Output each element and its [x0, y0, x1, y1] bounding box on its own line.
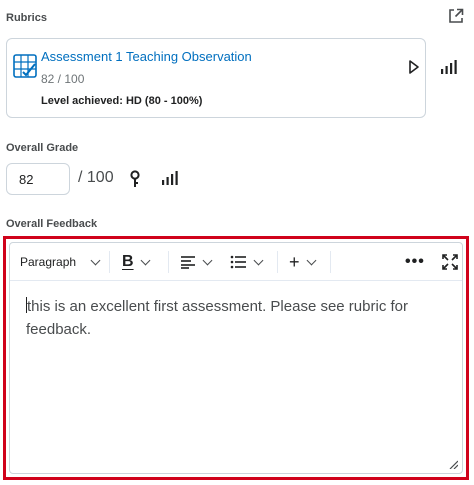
- editor-toolbar: Paragraph B + •••: [10, 243, 462, 281]
- bold-label: B: [122, 253, 134, 270]
- overall-grade-heading: Overall Grade: [6, 142, 79, 154]
- chevron-down-icon: [202, 255, 213, 265]
- list-dropdown[interactable]: [230, 249, 264, 275]
- align-left-icon: [181, 256, 195, 269]
- align-dropdown[interactable]: [180, 249, 213, 275]
- paragraph-format-dropdown[interactable]: Paragraph: [20, 249, 101, 275]
- bold-button[interactable]: B: [122, 249, 151, 275]
- rubric-score: 82 / 100: [41, 72, 85, 86]
- rubric-level-achieved: Level achieved: HD (80 - 100%): [41, 95, 203, 107]
- resize-handle-icon[interactable]: [448, 459, 458, 469]
- insert-plus-icon: +: [289, 251, 300, 272]
- rubrics-heading: Rubrics: [6, 12, 47, 24]
- fullscreen-icon: [442, 254, 458, 270]
- statistics-icon[interactable]: [440, 59, 458, 75]
- rubric-grid-icon: [13, 54, 37, 78]
- chevron-down-icon: [140, 255, 151, 265]
- grade-statistics-icon[interactable]: [161, 170, 179, 186]
- rubric-card: Assessment 1 Teaching Observation 82 / 1…: [6, 38, 426, 118]
- insert-dropdown[interactable]: +: [289, 249, 316, 275]
- chevron-down-icon: [253, 255, 264, 265]
- feedback-text-area[interactable]: this is an excellent first assessment. P…: [26, 295, 444, 341]
- fullscreen-button[interactable]: [442, 249, 458, 275]
- chevron-down-icon: [90, 255, 101, 265]
- chevron-down-icon: [306, 255, 316, 265]
- grade-input[interactable]: [6, 163, 70, 195]
- paragraph-format-label: Paragraph: [20, 255, 77, 269]
- rubric-name-link[interactable]: Assessment 1 Teaching Observation: [41, 49, 252, 64]
- bulleted-list-icon: [230, 255, 246, 269]
- feedback-text: this is an excellent first assessment. P…: [26, 298, 408, 338]
- more-actions-button[interactable]: •••: [405, 249, 425, 275]
- external-link-icon[interactable]: [448, 8, 464, 24]
- rich-text-editor: Paragraph B + ••• this is an excellent f…: [9, 242, 463, 474]
- more-dots-icon: •••: [405, 253, 425, 270]
- expand-rubric-arrow-icon[interactable]: [407, 59, 421, 75]
- key-icon[interactable]: [129, 170, 141, 188]
- overall-feedback-heading: Overall Feedback: [6, 218, 98, 230]
- feedback-editor-highlight: Paragraph B + ••• this is an excellent f…: [3, 236, 469, 480]
- grade-max: / 100: [78, 169, 114, 186]
